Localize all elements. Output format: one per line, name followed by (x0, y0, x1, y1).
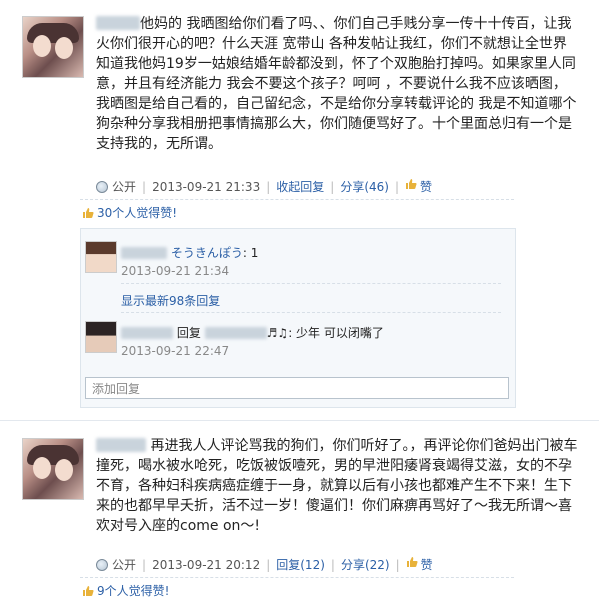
author-name[interactable]: 他妈的 (140, 16, 182, 32)
likes-count[interactable]: 30个人觉得赞! (97, 206, 177, 220)
likes-row: 9个人觉得赞! (82, 582, 169, 600)
author-name-redacted[interactable] (96, 16, 140, 30)
reply-timestamp: 2013-09-21 22:47 (121, 344, 230, 358)
avatar[interactable] (85, 321, 117, 353)
collapse-replies-link[interactable]: 收起回复 (276, 177, 324, 197)
thumbs-up-icon (406, 179, 417, 189)
visibility-label[interactable]: 公开 (112, 177, 136, 197)
divider (121, 283, 501, 284)
avatar[interactable] (85, 241, 117, 273)
post-text: 再进我人人评论骂我的狗们，你们听好了。，再评论你们爸妈出门被车撞死，喝水被水呛死… (96, 438, 578, 534)
post-text: 他妈的 我晒图给你们看了吗、、你们自己手贱分享一传十十传百，让我火你们很开心的吧… (96, 16, 577, 152)
likes-row: 30个人觉得赞! (82, 204, 177, 222)
globe-icon (96, 180, 108, 193)
timestamp: 2013-09-21 20:12 (152, 557, 261, 572)
post-meta: 公开 | 2013-09-21 20:12 | 回复(12) | 分享(22) | 赞 (96, 554, 433, 574)
post-2: 再进我人人评论骂我的狗们，你们听好了。，再评论你们爸妈出门被车撞死，喝水被水呛死… (0, 420, 599, 616)
globe-icon (96, 558, 108, 571)
reply-content: 回复 ♬♫: 少年 可以闭嘴了 (121, 325, 384, 341)
author-name-redacted[interactable] (96, 438, 146, 452)
add-reply-input[interactable]: 添加回复 (85, 377, 509, 399)
divider (80, 199, 514, 200)
like-link[interactable]: 赞 (420, 177, 432, 197)
post-meta: 公开 | 2013-09-21 21:33 | 收起回复 | 分享(46) | 赞 (96, 176, 432, 196)
avatar[interactable] (22, 16, 84, 78)
reply-author[interactable]: そうきんぽう: 1 (121, 245, 258, 261)
reply-timestamp: 2013-09-21 21:34 (121, 264, 230, 278)
thumbs-up-icon (83, 208, 94, 218)
reply-thread: そうきんぽう: 1 2013-09-21 21:34 显示最新98条回复 回复 … (80, 228, 516, 408)
likes-count[interactable]: 9个人觉得赞! (97, 584, 169, 598)
reply-link[interactable]: 回复(12) (276, 555, 325, 575)
visibility-label[interactable]: 公开 (112, 555, 136, 575)
thumbs-up-icon (406, 557, 418, 567)
share-link[interactable]: 分享(22) (341, 555, 390, 575)
show-more-replies-link[interactable]: 显示最新98条回复 (121, 292, 220, 309)
divider (80, 577, 514, 578)
thumbs-up-icon (83, 586, 94, 596)
avatar[interactable] (22, 438, 84, 500)
share-link[interactable]: 分享(46) (340, 177, 389, 197)
timestamp: 2013-09-21 21:33 (152, 179, 261, 194)
like-link[interactable]: 赞 (421, 555, 433, 575)
divider (121, 312, 501, 313)
post-1: 他妈的 我晒图给你们看了吗、、你们自己手贱分享一传十十传百，让我火你们很开心的吧… (0, 0, 599, 430)
